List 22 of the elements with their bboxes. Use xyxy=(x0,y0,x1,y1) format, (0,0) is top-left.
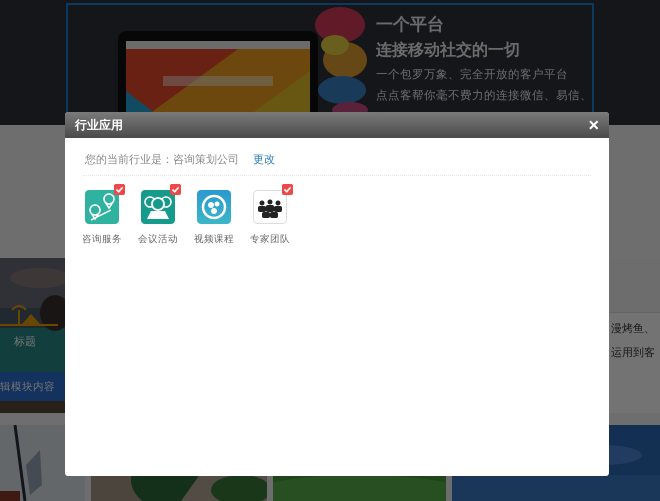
hero-heading: 一个平台 xyxy=(376,15,445,35)
app-label[interactable]: 视频课程 xyxy=(194,233,234,246)
circles-icon xyxy=(197,190,231,224)
group-icon xyxy=(253,190,287,224)
hero-text: 点点客帮你毫不费力的连接微信、易信、 xyxy=(376,87,592,103)
check-icon[interactable] xyxy=(170,184,181,195)
hero-subheading: 连接移动社交的一切 xyxy=(376,40,521,59)
body-text: 运用到客 xyxy=(611,345,656,360)
map-pin-route-icon xyxy=(85,190,119,224)
people-icon xyxy=(141,190,175,224)
app-label[interactable]: 会议活动 xyxy=(138,233,178,246)
app-label[interactable]: 专家团队 xyxy=(250,233,290,246)
hero-text: 一个包罗万象、完全开放的客户平台 xyxy=(376,66,569,82)
industry-label: 您的当前行业是：咨询策划公司 xyxy=(85,152,239,167)
check-icon[interactable] xyxy=(282,184,293,195)
change-link[interactable]: 更改 xyxy=(253,152,275,167)
body-text: 漫烤鱼、 xyxy=(611,321,656,336)
close-button[interactable]: × xyxy=(588,116,599,134)
dialog-title: 行业应用 xyxy=(75,116,123,134)
module-title: 标题 xyxy=(14,334,36,349)
check-icon[interactable] xyxy=(114,184,125,195)
app-label[interactable]: 咨询服务 xyxy=(82,233,122,246)
